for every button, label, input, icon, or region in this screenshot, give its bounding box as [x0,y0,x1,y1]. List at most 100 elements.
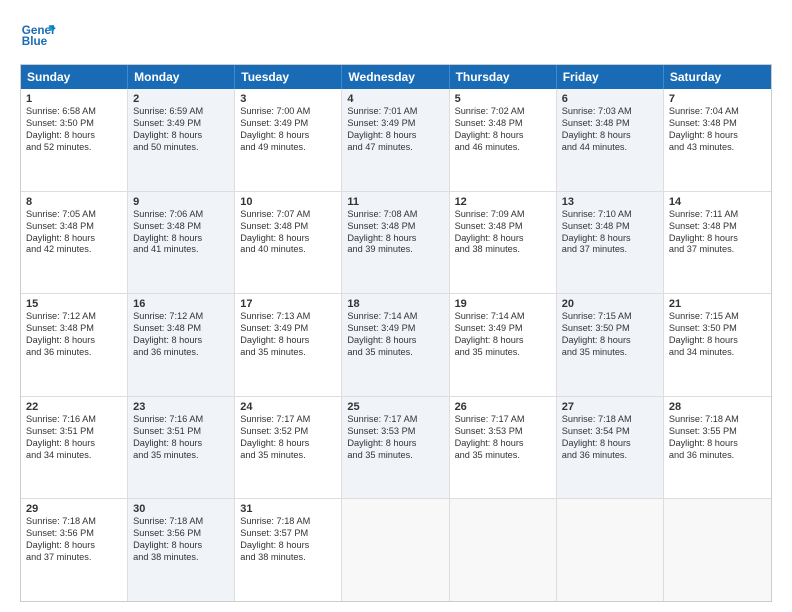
cal-header-monday: Monday [128,65,235,89]
cell-line-2: Daylight: 8 hours [240,438,336,450]
cal-cell-30: 30Sunrise: 7:18 AMSunset: 3:56 PMDayligh… [128,499,235,601]
cell-line-1: Sunset: 3:48 PM [562,221,658,233]
cell-line-2: Daylight: 8 hours [133,438,229,450]
cell-line-1: Sunset: 3:48 PM [347,221,443,233]
cell-line-0: Sunrise: 7:14 AM [455,311,551,323]
day-number: 30 [133,503,229,515]
cell-line-2: Daylight: 8 hours [347,233,443,245]
cell-line-3: and 35 minutes. [347,450,443,462]
cell-line-2: Daylight: 8 hours [133,130,229,142]
cell-line-3: and 52 minutes. [26,142,122,154]
cell-line-1: Sunset: 3:50 PM [26,118,122,130]
cell-line-2: Daylight: 8 hours [562,335,658,347]
cal-row-2: 15Sunrise: 7:12 AMSunset: 3:48 PMDayligh… [21,294,771,397]
cell-line-1: Sunset: 3:49 PM [240,323,336,335]
cell-line-2: Daylight: 8 hours [455,233,551,245]
cell-line-1: Sunset: 3:48 PM [240,221,336,233]
day-number: 20 [562,298,658,310]
cell-line-3: and 44 minutes. [562,142,658,154]
cell-line-2: Daylight: 8 hours [240,540,336,552]
cell-line-0: Sunrise: 7:18 AM [669,414,766,426]
page: General Blue SundayMondayTuesdayWednesda… [0,0,792,612]
cell-line-1: Sunset: 3:49 PM [455,323,551,335]
cal-cell-26: 26Sunrise: 7:17 AMSunset: 3:53 PMDayligh… [450,397,557,499]
cell-line-1: Sunset: 3:56 PM [26,528,122,540]
day-number: 16 [133,298,229,310]
cell-line-2: Daylight: 8 hours [133,540,229,552]
day-number: 3 [240,93,336,105]
calendar: SundayMondayTuesdayWednesdayThursdayFrid… [20,64,772,602]
cell-line-1: Sunset: 3:48 PM [669,221,766,233]
cell-line-2: Daylight: 8 hours [26,233,122,245]
cell-line-3: and 35 minutes. [347,347,443,359]
cell-line-0: Sunrise: 7:01 AM [347,106,443,118]
cell-line-2: Daylight: 8 hours [669,130,766,142]
day-number: 9 [133,196,229,208]
cal-cell-empty [664,499,771,601]
day-number: 13 [562,196,658,208]
cal-cell-25: 25Sunrise: 7:17 AMSunset: 3:53 PMDayligh… [342,397,449,499]
day-number: 22 [26,401,122,413]
cell-line-0: Sunrise: 7:15 AM [669,311,766,323]
cell-line-3: and 34 minutes. [669,347,766,359]
cell-line-3: and 37 minutes. [669,244,766,256]
cell-line-0: Sunrise: 7:17 AM [455,414,551,426]
cell-line-1: Sunset: 3:56 PM [133,528,229,540]
cal-cell-29: 29Sunrise: 7:18 AMSunset: 3:56 PMDayligh… [21,499,128,601]
cell-line-2: Daylight: 8 hours [26,130,122,142]
cal-cell-20: 20Sunrise: 7:15 AMSunset: 3:50 PMDayligh… [557,294,664,396]
day-number: 2 [133,93,229,105]
cell-line-3: and 42 minutes. [26,244,122,256]
cell-line-2: Daylight: 8 hours [240,233,336,245]
cell-line-3: and 35 minutes. [455,347,551,359]
cell-line-2: Daylight: 8 hours [26,438,122,450]
cell-line-2: Daylight: 8 hours [455,335,551,347]
cell-line-2: Daylight: 8 hours [240,335,336,347]
cell-line-0: Sunrise: 7:07 AM [240,209,336,221]
cell-line-0: Sunrise: 7:16 AM [133,414,229,426]
cell-line-1: Sunset: 3:48 PM [133,221,229,233]
cell-line-1: Sunset: 3:54 PM [562,426,658,438]
cal-cell-31: 31Sunrise: 7:18 AMSunset: 3:57 PMDayligh… [235,499,342,601]
cell-line-2: Daylight: 8 hours [562,233,658,245]
cal-header-saturday: Saturday [664,65,771,89]
cell-line-2: Daylight: 8 hours [669,233,766,245]
cal-cell-10: 10Sunrise: 7:07 AMSunset: 3:48 PMDayligh… [235,192,342,294]
cell-line-2: Daylight: 8 hours [26,335,122,347]
cell-line-0: Sunrise: 7:08 AM [347,209,443,221]
cell-line-0: Sunrise: 7:14 AM [347,311,443,323]
calendar-body: 1Sunrise: 6:58 AMSunset: 3:50 PMDaylight… [21,89,771,601]
cal-header-thursday: Thursday [450,65,557,89]
cal-cell-21: 21Sunrise: 7:15 AMSunset: 3:50 PMDayligh… [664,294,771,396]
day-number: 6 [562,93,658,105]
cell-line-2: Daylight: 8 hours [133,335,229,347]
cal-cell-8: 8Sunrise: 7:05 AMSunset: 3:48 PMDaylight… [21,192,128,294]
cal-cell-24: 24Sunrise: 7:17 AMSunset: 3:52 PMDayligh… [235,397,342,499]
cell-line-1: Sunset: 3:48 PM [133,323,229,335]
cell-line-2: Daylight: 8 hours [455,130,551,142]
logo: General Blue [20,18,60,54]
cal-header-wednesday: Wednesday [342,65,449,89]
cell-line-3: and 39 minutes. [347,244,443,256]
cal-row-1: 8Sunrise: 7:05 AMSunset: 3:48 PMDaylight… [21,192,771,295]
cal-header-tuesday: Tuesday [235,65,342,89]
cell-line-2: Daylight: 8 hours [347,335,443,347]
cell-line-2: Daylight: 8 hours [240,130,336,142]
cal-cell-14: 14Sunrise: 7:11 AMSunset: 3:48 PMDayligh… [664,192,771,294]
cal-cell-16: 16Sunrise: 7:12 AMSunset: 3:48 PMDayligh… [128,294,235,396]
cell-line-0: Sunrise: 7:02 AM [455,106,551,118]
day-number: 19 [455,298,551,310]
header: General Blue [20,18,772,54]
cell-line-2: Daylight: 8 hours [669,438,766,450]
day-number: 11 [347,196,443,208]
cell-line-3: and 41 minutes. [133,244,229,256]
day-number: 7 [669,93,766,105]
cell-line-1: Sunset: 3:51 PM [26,426,122,438]
cell-line-3: and 36 minutes. [26,347,122,359]
cell-line-0: Sunrise: 7:09 AM [455,209,551,221]
cell-line-0: Sunrise: 7:15 AM [562,311,658,323]
cell-line-3: and 37 minutes. [562,244,658,256]
cell-line-1: Sunset: 3:55 PM [669,426,766,438]
cal-row-4: 29Sunrise: 7:18 AMSunset: 3:56 PMDayligh… [21,499,771,601]
cell-line-3: and 47 minutes. [347,142,443,154]
